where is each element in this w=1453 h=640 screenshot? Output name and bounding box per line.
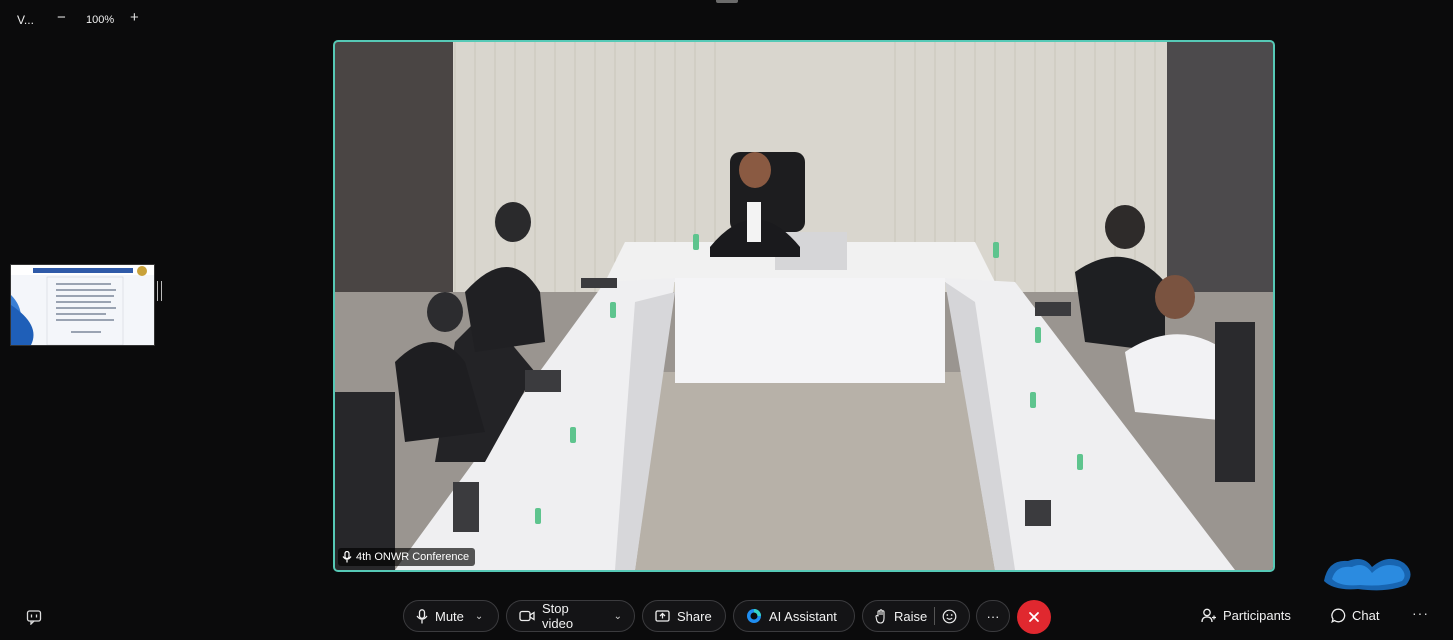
raise-button[interactable]: Raise [862,600,970,632]
chat-icon [1331,608,1346,623]
zoom-out-button[interactable]: − [57,9,66,26]
participants-button[interactable]: Participants [1201,608,1291,623]
ai-assistant-icon [747,609,761,623]
chat-label: Chat [1352,608,1380,623]
more-menu-button[interactable]: ··· [1412,605,1429,621]
shared-screen-thumbnail[interactable] [10,264,155,346]
mute-button[interactable]: Mute ⌄ [403,600,499,632]
participants-label: Participants [1223,608,1291,623]
divider [934,607,935,625]
video-feed[interactable] [333,40,1275,572]
mute-label: Mute [435,608,464,624]
more-options-button[interactable]: ··· [976,600,1010,632]
zoom-in-button[interactable]: + [130,9,139,26]
meeting-controls: Mute ⌄ Stop video ⌄ Share AI Assistant R… [0,596,1453,640]
resize-handle[interactable] [157,281,162,301]
ai-assistant-label: AI Assistant [769,608,837,624]
share-label: Share [677,608,712,624]
participant-name: 4th ONWR Conference [356,551,470,563]
close-icon [1029,612,1039,622]
mic-icon [342,551,352,563]
reaction-icon[interactable] [942,609,957,624]
ai-assistant-button[interactable]: AI Assistant [733,600,855,632]
chevron-down-icon[interactable]: ⌄ [475,611,483,622]
hand-icon [875,608,885,624]
more-label: ··· [986,608,1000,624]
top-bar: V... − 100% + [0,0,1453,40]
zoom-level: 100% [86,14,115,26]
raise-label: Raise [894,608,928,624]
window-title[interactable]: V... [17,13,34,27]
drag-handle[interactable] [716,0,738,3]
end-call-button[interactable] [1017,600,1051,634]
share-button[interactable]: Share [642,600,726,632]
chat-button[interactable]: Chat [1331,608,1379,623]
share-icon [655,609,670,622]
stop-video-label: Stop video [542,601,574,631]
captions-icon[interactable] [26,609,42,630]
stop-video-button[interactable]: Stop video ⌄ [506,600,635,632]
participants-icon [1201,608,1216,623]
mic-icon [416,608,428,623]
participant-name-tag: 4th ONWR Conference [338,548,476,566]
channel-logo [1318,545,1418,595]
chevron-down-icon[interactable]: ⌄ [614,611,622,622]
camera-icon [519,610,535,622]
